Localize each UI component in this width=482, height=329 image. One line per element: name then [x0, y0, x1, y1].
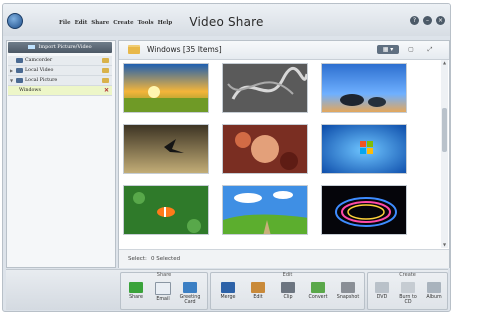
create-group: Create DVD Burn to CD Album [367, 272, 448, 310]
email-button[interactable]: Email [150, 282, 176, 302]
tool-label: Share [129, 295, 143, 300]
import-icon [28, 44, 36, 49]
edit-group: Edit Merge Edit Clip Convert Snapshot [210, 272, 365, 310]
tree-item-label: Windows [19, 88, 41, 93]
status-bar: Select: 0 Selected [119, 249, 449, 268]
camera-icon [341, 282, 355, 293]
remove-icon[interactable]: ✕ [104, 86, 109, 95]
help-button[interactable]: ? [410, 16, 419, 25]
close-button[interactable]: × [436, 16, 445, 25]
minimize-button[interactable]: – [423, 16, 432, 25]
group-label: Edit [282, 272, 293, 278]
thumbnail-green-hills[interactable] [222, 185, 308, 235]
group-label: Share [156, 272, 172, 278]
scroll-down-icon[interactable]: ▼ [441, 242, 448, 248]
thumbnail-beach-rocks[interactable] [321, 63, 407, 113]
tree-item-local-video[interactable]: ▶ Local Video [8, 66, 112, 76]
tool-label: Convert [308, 295, 328, 300]
thumbnail-windows-logo[interactable] [321, 124, 407, 174]
thumbnail-gray-swirls[interactable] [222, 63, 308, 113]
tool-label: Burn to CD [399, 295, 417, 305]
tool-label: Email [156, 297, 170, 302]
tool-label: Snapshot [336, 295, 360, 300]
folder-action-icon[interactable] [102, 68, 109, 73]
import-label: Import Picture/Video [38, 44, 92, 50]
album-button[interactable]: Album [421, 282, 447, 300]
thumbnail-sunset-field[interactable] [123, 63, 209, 113]
greeting-card-button[interactable]: Greeting Card [177, 282, 203, 305]
dvd-button[interactable]: DVD [369, 282, 395, 300]
tool-label: Album [426, 295, 442, 300]
thumbnail-gallery [123, 63, 441, 247]
thumbnail-bird-sky[interactable] [123, 124, 209, 174]
tool-label: DVD [376, 295, 388, 300]
import-button[interactable]: Import Picture/Video [8, 42, 112, 53]
share-button[interactable]: Share [123, 282, 149, 300]
bottom-toolbar: Share Share Email Greeting Card Edit Mer… [6, 269, 448, 310]
main-header: Windows [35 Items] ▦ ▾ ▢ ⤢ [119, 41, 449, 60]
thumbnail-color-rings[interactable] [321, 185, 407, 235]
tree-item-label: Local Video [25, 68, 54, 73]
folder-action-icon[interactable] [102, 78, 109, 83]
tree-item-local-picture[interactable]: ▼ Local Picture [8, 76, 112, 86]
single-view-button[interactable]: ▢ [406, 45, 416, 54]
greeting-card-icon [183, 282, 197, 293]
tree-item-camcorder[interactable]: Camcorder [8, 56, 112, 66]
grid-view-button[interactable]: ▦ ▾ [377, 45, 399, 54]
merge-icon [221, 282, 235, 293]
scroll-thumb[interactable] [442, 108, 447, 152]
scroll-up-icon[interactable]: ▲ [441, 60, 448, 66]
folder-title: Windows [35 Items] [147, 45, 222, 54]
picture-icon [16, 78, 23, 83]
tree-item-label: Camcorder [25, 58, 53, 63]
tool-label: Clip [283, 295, 293, 300]
folder-icon [128, 45, 140, 54]
window-controls: ? – × [410, 16, 445, 25]
dvd-icon [375, 282, 389, 293]
expand-arrow-icon[interactable]: ▶ [10, 66, 13, 75]
album-icon [427, 282, 441, 293]
main-panel: Windows [35 Items] ▦ ▾ ▢ ⤢ ▲ ▼ Select: 0… [118, 40, 450, 268]
cd-icon [401, 282, 415, 293]
title-bar: File Edit Share Create Tools Help Video … [3, 4, 450, 36]
thumbnail-clownfish[interactable] [123, 185, 209, 235]
selected-count: 0 Selected [151, 256, 181, 262]
edit-icon [251, 282, 265, 293]
convert-button[interactable]: Convert [305, 282, 331, 300]
thumbnail-abstract-art[interactable] [222, 124, 308, 174]
burn-to-cd-button[interactable]: Burn to CD [395, 282, 421, 305]
camcorder-icon [16, 58, 23, 63]
collapse-arrow-icon[interactable]: ▼ [10, 76, 13, 85]
folder-tree: Camcorder ▶ Local Video ▼ Local Picture … [8, 56, 112, 96]
app-window: File Edit Share Create Tools Help Video … [2, 3, 451, 312]
tool-label: Greeting Card [179, 295, 201, 305]
tool-label: Edit [253, 295, 263, 300]
folder-action-icon[interactable] [102, 58, 109, 63]
share-icon [129, 282, 143, 293]
clip-icon [281, 282, 295, 293]
fullscreen-button[interactable]: ⤢ [425, 45, 435, 54]
tool-label: Merge [220, 295, 236, 300]
app-title: Video Share [189, 15, 264, 29]
vertical-scrollbar[interactable]: ▲ ▼ [441, 60, 448, 248]
group-label: Create [399, 272, 416, 278]
email-icon [155, 282, 171, 295]
snapshot-button[interactable]: Snapshot [335, 282, 361, 300]
edit-button[interactable]: Edit [245, 282, 271, 300]
select-label: Select: [128, 256, 147, 262]
video-icon [16, 68, 23, 73]
tree-item-label: Local Picture [25, 78, 58, 83]
tree-item-windows[interactable]: Windows ✕ [8, 86, 112, 96]
sidebar: Import Picture/Video Camcorder ▶ Local V… [6, 40, 116, 268]
convert-icon [311, 282, 325, 293]
clip-button[interactable]: Clip [275, 282, 301, 300]
merge-button[interactable]: Merge [215, 282, 241, 300]
share-group: Share Share Email Greeting Card [120, 272, 208, 310]
